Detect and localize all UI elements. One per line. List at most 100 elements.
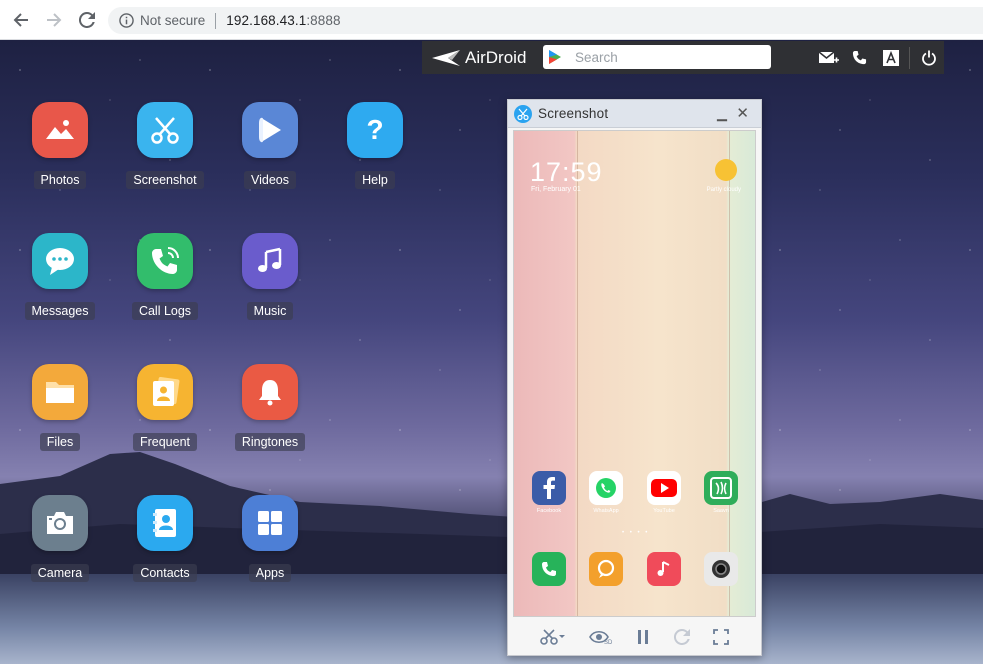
app-label[interactable]: Files — [39, 433, 81, 451]
address-bar[interactable]: Not secure 192.168.43.1:8888 — [108, 7, 983, 34]
app-videos[interactable]: Videos — [225, 102, 315, 189]
security-status: Not secure — [140, 13, 206, 28]
search-input[interactable]: Search — [543, 45, 771, 69]
app-label: WhatsApp — [593, 508, 619, 514]
grid-icon[interactable] — [242, 495, 298, 551]
scissors-icon[interactable] — [137, 102, 193, 158]
refresh-icon[interactable] — [673, 628, 690, 645]
contact-card-icon[interactable] — [137, 364, 193, 420]
dock-music-icon — [647, 552, 681, 586]
app-label[interactable]: Photos — [33, 171, 87, 189]
window-titlebar[interactable]: Screenshot ▁ ✕ — [508, 100, 761, 128]
message-icon[interactable] — [813, 41, 844, 74]
folder-icon[interactable] — [32, 364, 88, 420]
phone-date: Fri, February 01 — [531, 186, 581, 193]
window-title: Screenshot — [538, 106, 609, 121]
chat-icon[interactable] — [32, 233, 88, 289]
app-camera[interactable]: Camera — [15, 495, 105, 582]
back-button[interactable] — [9, 8, 33, 32]
bell-icon[interactable] — [242, 364, 298, 420]
scissors-dropdown-icon[interactable] — [539, 628, 566, 645]
airdroid-desktop: AirDroid Search Photos Screenshot Videos? H… — [0, 40, 983, 664]
minimize-button[interactable]: ▁ — [717, 106, 727, 122]
app-apps[interactable]: Apps — [225, 495, 315, 582]
dock-phone-icon — [532, 552, 566, 586]
app-label[interactable]: Help — [355, 171, 395, 189]
app-files[interactable]: Files — [15, 364, 105, 451]
app-label[interactable]: Contacts — [133, 564, 197, 582]
app-label: Facebook — [536, 508, 562, 514]
photos-icon[interactable] — [32, 102, 88, 158]
url-host: 192.168.43.1 — [226, 13, 307, 28]
app-label[interactable]: Ringtones — [234, 433, 306, 451]
search-placeholder: Search — [575, 49, 618, 65]
reload-icon — [79, 11, 95, 28]
fullscreen-icon[interactable] — [713, 628, 730, 645]
camera-icon[interactable] — [32, 495, 88, 551]
paper-plane-icon — [432, 49, 460, 66]
app-frequent[interactable]: Frequent — [120, 364, 210, 451]
play-icon[interactable] — [242, 102, 298, 158]
app-label[interactable]: Camera — [30, 564, 90, 582]
airdroid-logo: AirDroid — [432, 48, 526, 68]
app-photos[interactable]: Photos — [15, 102, 105, 189]
brand-name: AirDroid — [465, 47, 527, 67]
svg-text:SD: SD — [604, 640, 613, 645]
forward-button[interactable] — [42, 8, 66, 32]
svg-text:?: ? — [366, 115, 383, 145]
dock-messages-icon — [589, 552, 623, 586]
pause-icon[interactable] — [636, 629, 650, 645]
app-help[interactable]: ? Help — [330, 102, 420, 189]
app-messages[interactable]: Messages — [15, 233, 105, 320]
phone-icon[interactable] — [137, 233, 193, 289]
app-contacts[interactable]: Contacts — [120, 495, 210, 582]
wood-plank-line — [729, 131, 730, 616]
dock-camera-icon — [704, 552, 738, 586]
app-label[interactable]: Screenshot — [126, 171, 204, 189]
separator — [215, 12, 217, 29]
close-button[interactable]: ✕ — [736, 104, 749, 122]
app-label[interactable]: Frequent — [132, 433, 198, 451]
app-label: YouTube — [653, 508, 675, 514]
info-icon[interactable] — [118, 13, 134, 29]
play-store-icon — [549, 50, 561, 64]
page-indicator: • • • • — [622, 530, 650, 536]
reload-button[interactable] — [75, 8, 99, 32]
saavn-icon — [704, 471, 738, 505]
app-screenshot[interactable]: Screenshot — [120, 102, 210, 189]
ground — [0, 574, 983, 664]
url-text: 192.168.43.1:8888 — [226, 13, 340, 28]
help-icon[interactable]: ? — [347, 102, 403, 158]
app-ringtones[interactable]: Ringtones — [225, 364, 315, 451]
power-icon[interactable] — [913, 41, 944, 74]
app-label[interactable]: Music — [246, 302, 294, 320]
arrow-left-icon — [13, 12, 28, 27]
whatsapp-icon — [589, 471, 623, 505]
url-port: :8888 — [306, 13, 341, 28]
phone-clock: 17:59 — [530, 157, 603, 187]
facebook-icon — [532, 471, 566, 505]
app-label[interactable]: Messages — [24, 302, 96, 320]
font-icon[interactable] — [875, 41, 906, 74]
app-music[interactable]: Music — [225, 233, 315, 320]
weather-label: Partly cloudy — [706, 187, 741, 193]
wood-plank-line — [577, 131, 578, 616]
eye-icon[interactable]: SD — [589, 629, 613, 645]
arrow-right-icon — [47, 12, 62, 27]
screenshot-window: Screenshot ▁ ✕ 17:59 Fri, February 01 Pa… — [507, 99, 762, 656]
app-label[interactable]: Call Logs — [131, 302, 199, 320]
airdroid-topbar: AirDroid Search — [422, 41, 944, 74]
app-label[interactable]: Apps — [248, 564, 292, 582]
weather-sun-icon — [715, 159, 737, 181]
phone-screen: 17:59 Fri, February 01 Partly cloudy Fac… — [513, 130, 756, 617]
phone-icon[interactable] — [844, 41, 875, 74]
app-label[interactable]: Videos — [244, 171, 296, 189]
scissors-icon — [514, 104, 532, 123]
youtube-icon — [647, 471, 681, 505]
contacts-book-icon[interactable] — [137, 495, 193, 551]
app-call-logs[interactable]: Call Logs — [120, 233, 210, 320]
divider — [909, 46, 910, 69]
music-icon[interactable] — [242, 233, 298, 289]
screenshot-toolbar: SD — [508, 618, 761, 655]
app-label: Saavn — [713, 508, 729, 514]
